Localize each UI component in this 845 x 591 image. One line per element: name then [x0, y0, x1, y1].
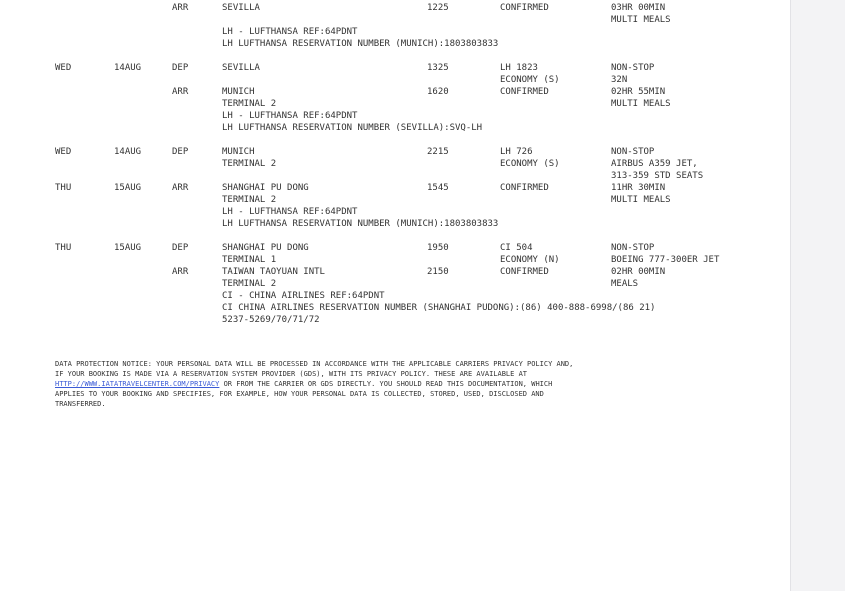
segment-reservation-note-cont: 5237-5269/70/71/72 [222, 315, 320, 325]
segment-dep-terminal: TERMINAL 1 [222, 255, 277, 265]
segment-aircraft: BOEING 777-300ER JET [611, 255, 720, 265]
segment-duration: 03HR 00MIN [611, 3, 666, 13]
segment-dep-time: 1950 [427, 243, 449, 253]
segment-dep-time: 1325 [427, 63, 449, 73]
segment-class: ECONOMY (N) [500, 255, 560, 265]
segment-dep-city: MUNICH [222, 147, 255, 157]
notice-line-5: TRANSFERRED. [55, 400, 106, 408]
segment-aircraft: 32N [611, 75, 628, 85]
segment-arr-city: TAIWAN TAOYUAN INTL [222, 267, 325, 277]
segment-dep-time: 2215 [427, 147, 449, 157]
segment-ref-note: LH - LUFTHANSA REF:64PDNT [222, 27, 358, 37]
segment-date: 15AUG [114, 183, 142, 193]
segment-flight-number: CI 504 [500, 243, 533, 253]
segment-status: CONFIRMED [500, 3, 549, 13]
segment-meals: MEALS [611, 279, 639, 289]
segment-arr-city: SHANGHAI PU DONG [222, 183, 309, 193]
segment-arr-city: SEVILLA [222, 3, 260, 13]
segment-seats: 313-359 STD SEATS [611, 171, 704, 181]
segment-reservation-note: LH LUFTHANSA RESERVATION NUMBER (MUNICH)… [222, 219, 499, 229]
segment-ref-note: LH - LUFTHANSA REF:64PDNT [222, 207, 358, 217]
segment-arr-type: ARR [172, 3, 189, 13]
segment-dep-terminal: TERMINAL 2 [222, 159, 277, 169]
segment-dep-type: DEP [172, 147, 189, 157]
segment-meals: MULTI MEALS [611, 15, 671, 25]
segment-arr-terminal: TERMINAL 2 [222, 279, 277, 289]
segment-day: WED [55, 63, 72, 73]
segment-arr-terminal: TERMINAL 2 [222, 195, 277, 205]
segment-class: ECONOMY (S) [500, 75, 560, 85]
segment-stops: NON-STOP [611, 243, 655, 253]
data-protection-notice: DATA PROTECTION NOTICE: YOUR PERSONAL DA… [55, 359, 755, 409]
segment-arr-time: 2150 [427, 267, 449, 277]
segment-date: 14AUG [114, 147, 142, 157]
segment-stops: NON-STOP [611, 63, 655, 73]
segment-arr-type: ARR [172, 87, 189, 97]
notice-line-4: APPLIES TO YOUR BOOKING AND SPECIFIES, F… [55, 390, 544, 398]
segment-day: THU [55, 183, 72, 193]
notice-line-2: IF YOUR BOOKING IS MADE VIA A RESERVATIO… [55, 370, 528, 378]
segment-day: WED [55, 147, 72, 157]
segment-date: 14AUG [114, 63, 142, 73]
privacy-policy-link[interactable]: HTTP://WWW.IATATRAVELCENTER.COM/PRIVACY [55, 380, 219, 388]
segment-duration: 11HR 30MIN [611, 183, 666, 193]
segment-reservation-note: LH LUFTHANSA RESERVATION NUMBER (MUNICH)… [222, 39, 499, 49]
itinerary-document: ARR SEVILLA 1225 CONFIRMED 03HR 00MIN MU… [0, 0, 790, 591]
segment-stops: NON-STOP [611, 147, 655, 157]
segment-arr-type: ARR [172, 267, 189, 277]
segment-meals: MULTI MEALS [611, 99, 671, 109]
notice-line-3: OR FROM THE CARRIER OR GDS DIRECTLY. YOU… [219, 380, 553, 388]
segment-status: CONFIRMED [500, 87, 549, 97]
segment-reservation-note: LH LUFTHANSA RESERVATION NUMBER (SEVILLA… [222, 123, 483, 133]
segment-dep-type: DEP [172, 243, 189, 253]
segment-date: 15AUG [114, 243, 142, 253]
segment-flight-number: LH 726 [500, 147, 533, 157]
segment-arr-city: MUNICH [222, 87, 255, 97]
segment-dep-city: SHANGHAI PU DONG [222, 243, 309, 253]
segment-arr-type: ARR [172, 183, 189, 193]
segment-duration: 02HR 55MIN [611, 87, 666, 97]
segment-duration: 02HR 00MIN [611, 267, 666, 277]
segment-arr-terminal: TERMINAL 2 [222, 99, 277, 109]
side-panel [790, 0, 845, 591]
segment-ref-note: LH - LUFTHANSA REF:64PDNT [222, 111, 358, 121]
segment-flight-number: LH 1823 [500, 63, 538, 73]
segment-dep-type: DEP [172, 63, 189, 73]
segment-reservation-note: CI CHINA AIRLINES RESERVATION NUMBER (SH… [222, 303, 656, 313]
segment-arr-time: 1545 [427, 183, 449, 193]
segment-aircraft: AIRBUS A359 JET, [611, 159, 698, 169]
segment-status: CONFIRMED [500, 183, 549, 193]
segment-dep-city: SEVILLA [222, 63, 260, 73]
segment-arr-time: 1620 [427, 87, 449, 97]
segment-status: CONFIRMED [500, 267, 549, 277]
notice-line-1: DATA PROTECTION NOTICE: YOUR PERSONAL DA… [55, 360, 574, 368]
segment-meals: MULTI MEALS [611, 195, 671, 205]
segment-ref-note: CI - CHINA AIRLINES REF:64PDNT [222, 291, 385, 301]
segment-day: THU [55, 243, 72, 253]
segment-arr-time: 1225 [427, 3, 449, 13]
segment-class: ECONOMY (S) [500, 159, 560, 169]
